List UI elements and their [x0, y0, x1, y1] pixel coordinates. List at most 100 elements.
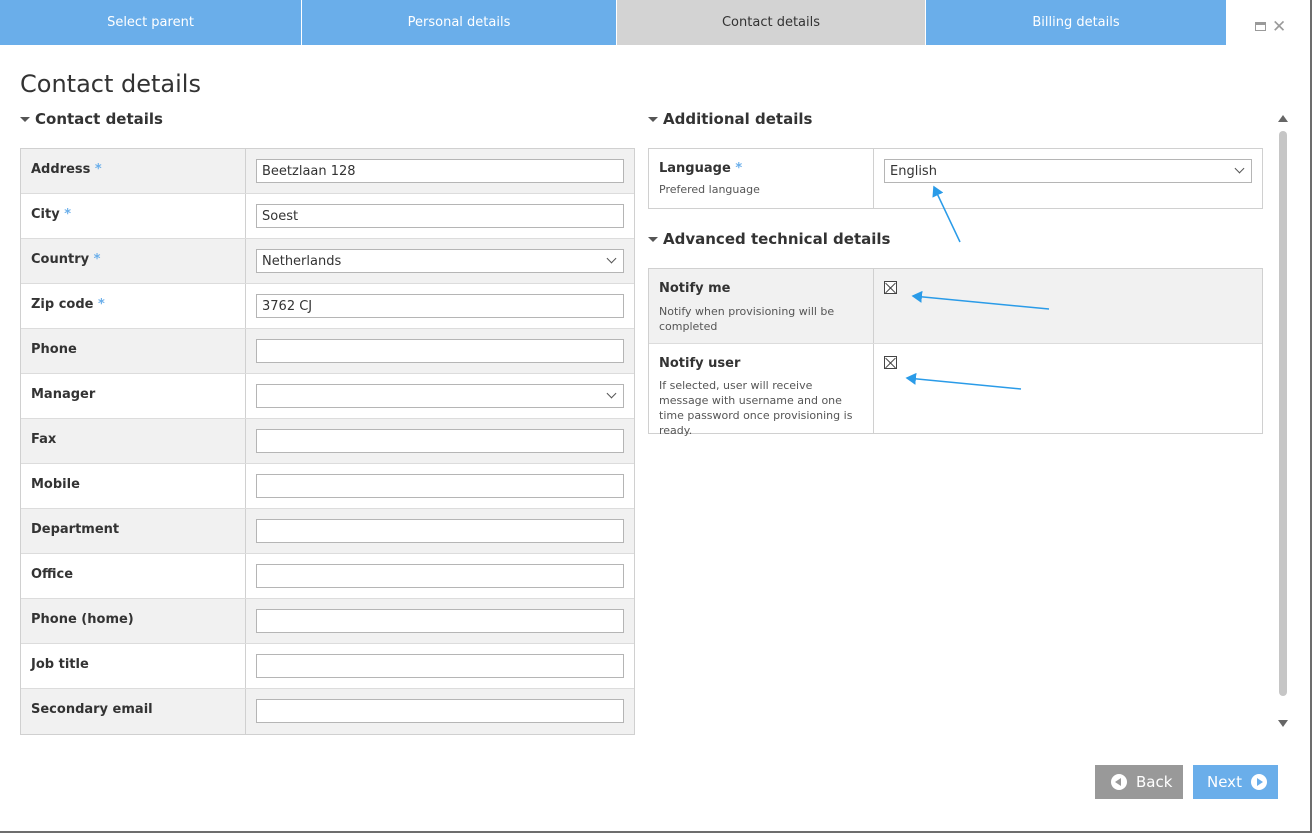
language-value: English — [890, 164, 937, 179]
language-label-cell: Language * Prefered language — [649, 149, 874, 208]
back-button-label: Back — [1136, 773, 1173, 791]
scroll-up-arrow-icon[interactable] — [1278, 115, 1288, 122]
secondary-email-row: Secondary email — [21, 689, 634, 734]
notify-me-field-cell — [874, 269, 1262, 343]
address-input[interactable]: Beetzlaan 128 — [256, 159, 624, 183]
phone-input[interactable] — [256, 339, 624, 363]
tab-contact-details[interactable]: Contact details — [617, 0, 926, 45]
address-label-cell: Address * — [21, 149, 246, 193]
page-title: Contact details — [20, 70, 201, 98]
required-marker: * — [94, 162, 102, 177]
advanced-section-header[interactable]: Advanced technical details — [648, 230, 890, 248]
manager-label: Manager — [31, 387, 96, 402]
additional-form-table: Language * Prefered language English — [648, 148, 1263, 209]
department-label: Department — [31, 522, 120, 537]
notify-user-field-cell — [874, 344, 1262, 433]
wizard-tabs: Select parent Personal details Contact d… — [0, 0, 1226, 45]
advanced-form-table: Notify me Notify when provisioning will … — [648, 268, 1263, 437]
department-row: Department — [21, 509, 634, 554]
additional-section-header[interactable]: Additional details — [648, 110, 812, 128]
maximize-icon[interactable] — [1255, 22, 1266, 31]
tab-select-parent[interactable]: Select parent — [0, 0, 302, 45]
secondary-email-field-cell — [246, 689, 634, 734]
collapse-triangle-icon[interactable] — [20, 116, 30, 122]
contact-section-title: Contact details — [35, 110, 163, 128]
scrollbar-thumb[interactable] — [1279, 131, 1287, 696]
required-marker: * — [64, 207, 72, 222]
next-button-label: Next — [1207, 773, 1242, 791]
back-arrow-icon — [1111, 774, 1127, 790]
close-icon[interactable]: ✕ — [1272, 17, 1286, 37]
contact-section-header[interactable]: Contact details — [20, 110, 163, 128]
phone-label-cell: Phone — [21, 329, 246, 373]
country-field-cell: Netherlands — [246, 239, 634, 283]
fax-field-cell — [246, 419, 634, 463]
required-marker: * — [98, 297, 105, 312]
city-label-cell: City * — [21, 194, 246, 238]
notify-me-help-text: Notify when provisioning will be complet… — [659, 305, 835, 333]
fax-row: Fax — [21, 419, 634, 464]
office-row: Office — [21, 554, 634, 599]
notify-user-label-cell: Notify user If selected, user will recei… — [649, 344, 874, 437]
required-marker: * — [93, 252, 101, 267]
language-select[interactable]: English — [884, 159, 1252, 183]
contact-form-table: Address * Beetzlaan 128 City * Soest Country… — [20, 148, 635, 735]
next-button[interactable]: Next — [1193, 765, 1278, 799]
mobile-input[interactable] — [256, 474, 624, 498]
phone-label: Phone — [31, 342, 77, 357]
office-label: Office — [31, 567, 74, 582]
city-value: Soest — [262, 209, 299, 224]
office-field-cell — [246, 554, 634, 598]
city-input[interactable]: Soest — [256, 204, 624, 228]
collapse-triangle-icon[interactable] — [648, 116, 658, 122]
notify-user-checkbox[interactable] — [884, 356, 897, 369]
job-title-row: Job title — [21, 644, 634, 689]
manager-select[interactable] — [256, 384, 624, 408]
country-label: Country — [31, 252, 90, 267]
zip-code-label-cell: Zip code * — [21, 284, 246, 328]
language-field-cell: English — [874, 149, 1262, 208]
department-input[interactable] — [256, 519, 624, 543]
notify-user-help-text: If selected, user will receive message w… — [659, 379, 853, 437]
address-field-cell: Beetzlaan 128 — [246, 149, 634, 193]
next-arrow-icon — [1250, 774, 1267, 790]
scroll-down-arrow-icon[interactable] — [1278, 720, 1288, 727]
phone-home-input[interactable] — [256, 609, 624, 633]
mobile-field-cell — [246, 464, 634, 508]
job-title-label-cell: Job title — [21, 644, 246, 688]
notify-user-label: Notify user — [659, 356, 741, 371]
country-row: Country * Netherlands — [21, 239, 634, 284]
country-select[interactable]: Netherlands — [256, 249, 624, 273]
chevron-down-icon — [1234, 163, 1245, 174]
department-label-cell: Department — [21, 509, 246, 553]
notify-me-row: Notify me Notify when provisioning will … — [649, 269, 1262, 344]
fax-input[interactable] — [256, 429, 624, 453]
chevron-down-icon — [606, 253, 617, 264]
tab-billing-details[interactable]: Billing details — [926, 0, 1226, 45]
phone-home-label: Phone (home) — [31, 612, 134, 627]
manager-field-cell — [246, 374, 634, 418]
language-row: Language * Prefered language English — [649, 149, 1262, 208]
mobile-label-cell: Mobile — [21, 464, 246, 508]
address-label: Address — [31, 162, 91, 177]
collapse-triangle-icon[interactable] — [648, 236, 658, 242]
job-title-input[interactable] — [256, 654, 624, 678]
country-label-cell: Country * — [21, 239, 246, 283]
secondary-email-input[interactable] — [256, 699, 624, 723]
phone-row: Phone — [21, 329, 634, 374]
back-button[interactable]: Back — [1095, 765, 1183, 799]
zip-code-field-cell: 3762 CJ — [246, 284, 634, 328]
notify-me-checkbox[interactable] — [884, 281, 897, 294]
secondary-email-label: Secondary email — [31, 702, 153, 717]
additional-section-title: Additional details — [663, 110, 813, 128]
phone-field-cell — [246, 329, 634, 373]
manager-label-cell: Manager — [21, 374, 246, 418]
tab-personal-details[interactable]: Personal details — [302, 0, 617, 45]
address-value: Beetzlaan 128 — [262, 164, 356, 179]
fax-label-cell: Fax — [21, 419, 246, 463]
notify-me-label: Notify me — [659, 281, 731, 296]
office-label-cell: Office — [21, 554, 246, 598]
zip-code-input[interactable]: 3762 CJ — [256, 294, 624, 318]
office-input[interactable] — [256, 564, 624, 588]
phone-home-field-cell — [246, 599, 634, 643]
